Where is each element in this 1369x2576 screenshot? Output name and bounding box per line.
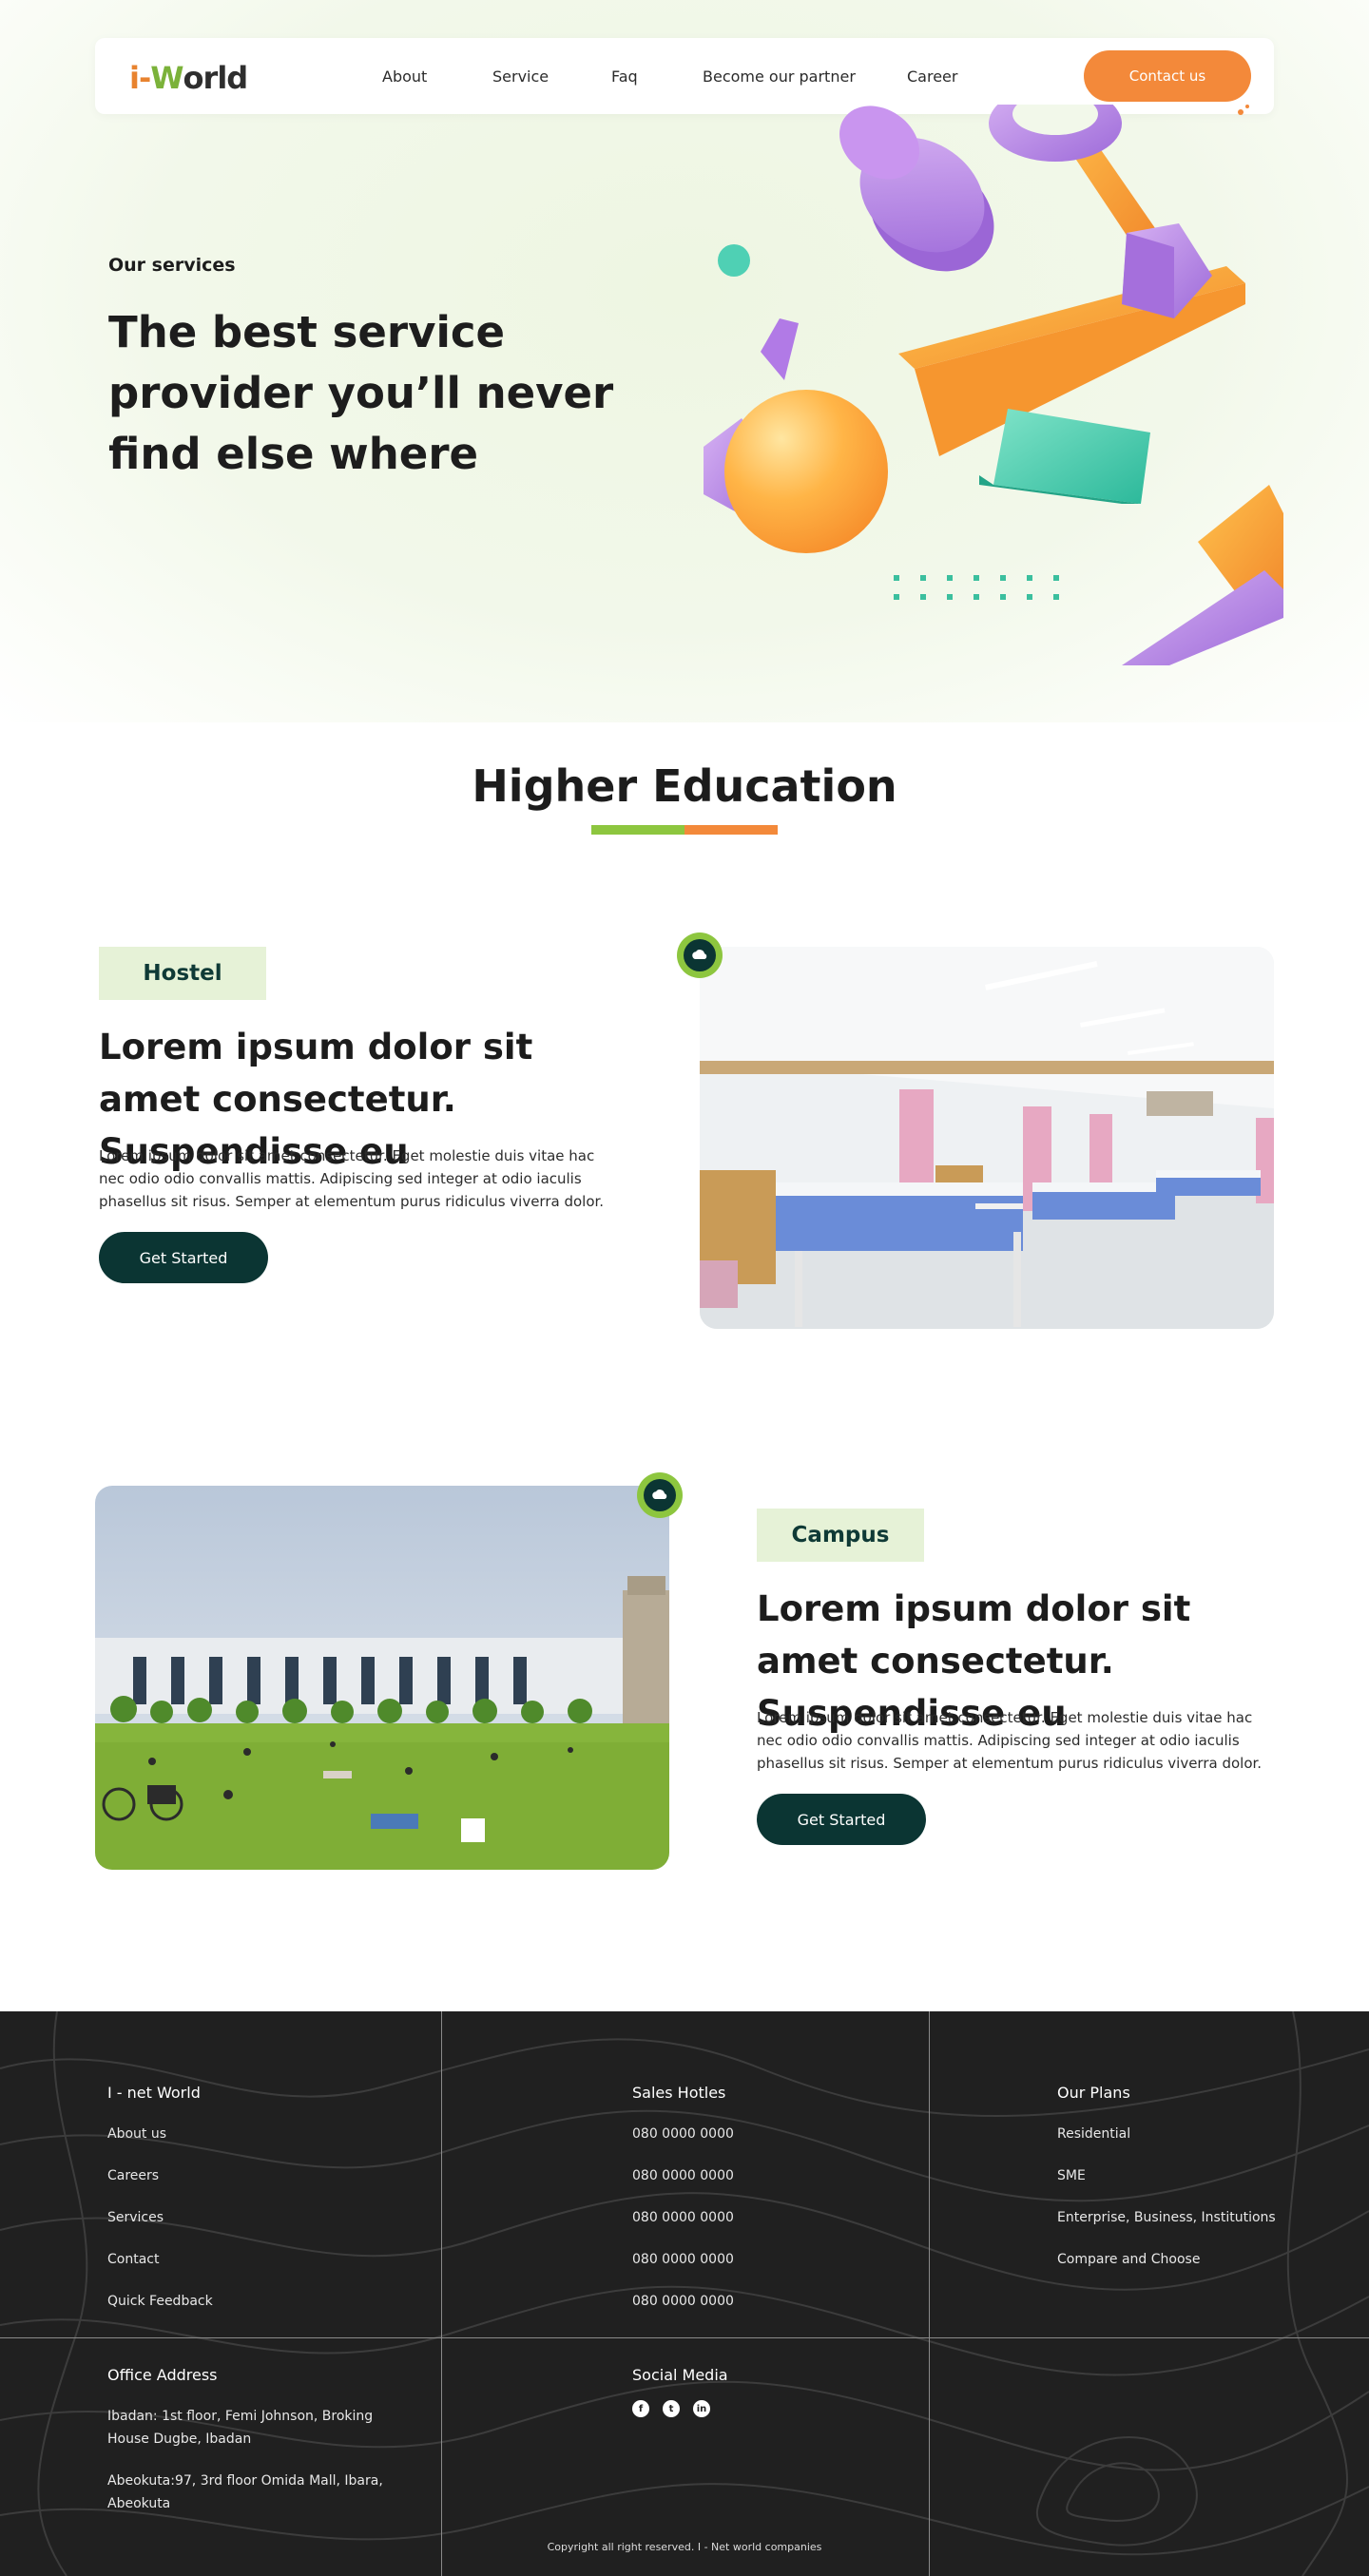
cloud-icon [692,950,707,959]
footer-link-contact[interactable]: Contact [107,2252,159,2267]
footer-link-quick-feedback[interactable]: Quick Feedback [107,2294,213,2309]
cloud-icon [652,1490,667,1499]
logo-dash: - [138,60,151,96]
footer-phone[interactable]: 080 0000 0000 [632,2210,734,2225]
footer-phone[interactable]: 080 0000 0000 [632,2168,734,2183]
badge-inner [684,939,716,971]
nav-faq[interactable]: Faq [611,67,638,86]
footer-link-about-us[interactable]: About us [107,2126,166,2142]
footer-divider [929,2011,930,2576]
hostel-tag: Hostel [99,947,266,1000]
twitter-icon[interactable]: t [663,2400,680,2417]
campus-tag: Campus [757,1509,924,1562]
hostel-photo [700,947,1274,1329]
campus-get-started-button[interactable]: Get Started [757,1794,926,1845]
hero-section: i - World About Service Faq Become our par… [0,0,1369,722]
underline-green [591,825,684,835]
footer-col3-heading: Our Plans [1057,2084,1130,2102]
footer-link-careers[interactable]: Careers [107,2168,159,2183]
footer-divider [0,2337,1369,2338]
title-underline [591,825,778,835]
office-address-heading: Office Address [107,2366,218,2384]
hero-3d-shapes-illustration [704,105,1283,665]
footer-plan-enterprise[interactable]: Enterprise, Business, Institutions [1057,2210,1276,2225]
underline-orange [684,825,778,835]
footer-phone[interactable]: 080 0000 0000 [632,2252,734,2267]
nav-become-partner[interactable]: Become our partner [703,67,856,86]
hero-eyebrow: Our services [108,255,236,276]
campus-photo [95,1486,669,1870]
footer: I - net World About us Careers Services … [0,2011,1369,2576]
section-title: Higher Education [472,760,897,812]
linkedin-icon[interactable]: in [693,2400,710,2417]
footer-divider [441,2011,442,2576]
office-address-abeokuta: Abeokuta:97, 3rd floor Omida Mall, Ibara… [107,2473,383,2511]
hostel-badge [677,932,723,978]
footer-phone[interactable]: 080 0000 0000 [632,2294,734,2309]
logo-w: W [150,60,183,96]
hero-title: The best service provider you’ll never f… [108,307,614,479]
logo[interactable]: i - World [129,59,249,97]
footer-plan-residential[interactable]: Residential [1057,2126,1130,2142]
hostel-body: Lorem ipsum dolor sit amet consectetur. … [99,1147,605,1210]
navbar: i - World About Service Faq Become our par… [95,38,1274,114]
hostel-get-started-button[interactable]: Get Started [99,1232,268,1283]
footer-plan-sme[interactable]: SME [1057,2168,1086,2183]
badge-inner [644,1479,676,1511]
social-media-heading: Social Media [632,2366,728,2384]
footer-col2-heading: Sales Hotles [632,2084,726,2102]
copyright: Copyright all right reserved. I - Net wo… [547,2541,822,2553]
facebook-icon[interactable]: f [632,2400,649,2417]
nav-about[interactable]: About [382,67,427,86]
campus-lawn-image [95,1486,669,1870]
footer-phone[interactable]: 080 0000 0000 [632,2126,734,2142]
footer-plan-compare[interactable]: Compare and Choose [1057,2252,1200,2267]
campus-badge [637,1472,683,1518]
social-icons: f t in [632,2400,723,2417]
logo-rest: orld [183,60,249,96]
footer-col1-heading: I - net World [107,2084,201,2102]
contact-us-button[interactable]: Contact us [1084,50,1251,102]
campus-body: Lorem ipsum dolor sit amet consectetur. … [757,1709,1263,1772]
hostel-ward-image [700,947,1274,1329]
office-address-ibadan: Ibadan: 1st floor, Femi Johnson, Broking… [107,2409,374,2447]
nav-service[interactable]: Service [492,67,549,86]
logo-i: i [129,60,140,96]
nav-career[interactable]: Career [907,67,957,86]
footer-link-services[interactable]: Services [107,2210,164,2225]
